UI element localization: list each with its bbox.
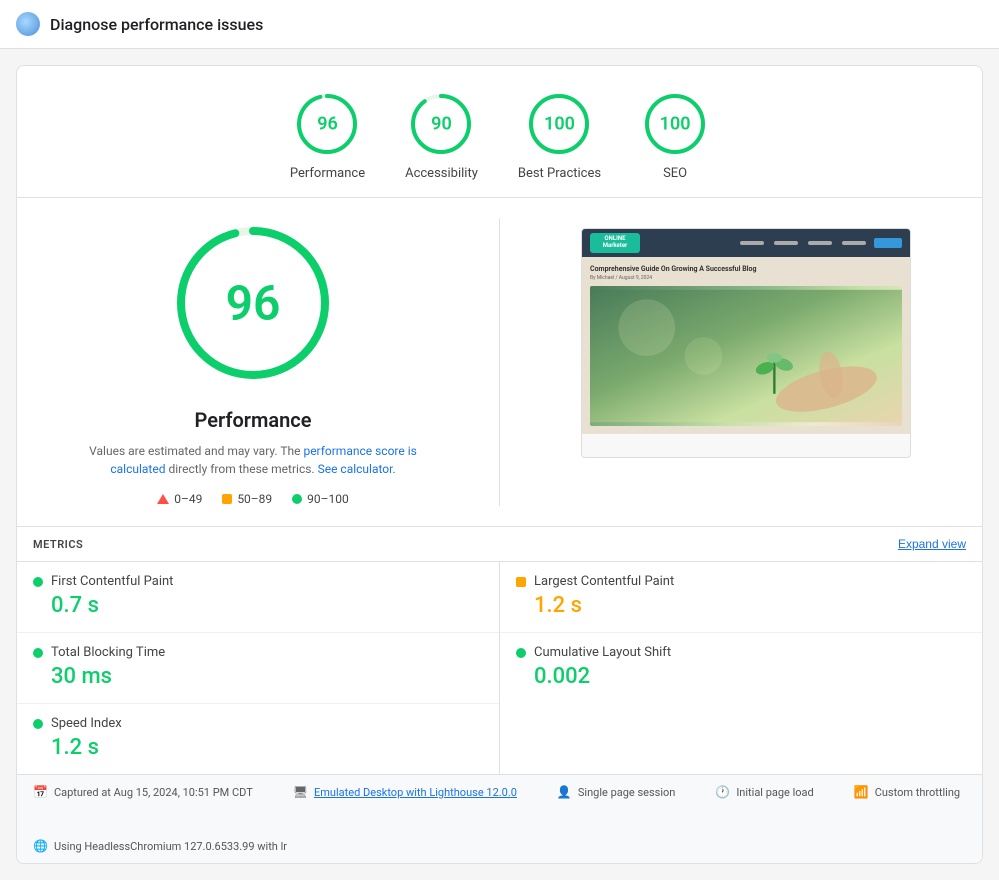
mock-hero-sub: By Michael / August 9, 2024 xyxy=(590,275,902,281)
legend-medium: 50–89 xyxy=(222,492,272,506)
wifi-icon: 📶 xyxy=(854,785,869,799)
si-value: 1.2 s xyxy=(51,735,483,760)
lcp-dot xyxy=(516,577,526,587)
metric-cls: Cumulative Layout Shift 0.002 xyxy=(500,633,982,703)
mock-nav-link xyxy=(774,241,798,245)
user-icon: 👤 xyxy=(557,785,572,799)
legend-medium-label: 50–89 xyxy=(237,492,272,506)
right-panel: ONLINEMarketer Comprehensive Guide On Gr… xyxy=(540,218,952,458)
mock-logo: ONLINEMarketer xyxy=(590,233,640,253)
legend-bad: 0–49 xyxy=(157,492,202,506)
metric-fcp: First Contentful Paint 0.7 s xyxy=(17,562,499,633)
legend-good: 90–100 xyxy=(292,492,349,506)
main-card: 96 Performance 90 Accessibility 100 Best xyxy=(16,65,983,864)
dot-icon xyxy=(292,494,302,504)
score-label-seo: SEO xyxy=(663,166,687,181)
lcp-value: 1.2 s xyxy=(534,593,966,618)
square-icon xyxy=(222,494,232,504)
title-bar: Diagnose performance issues xyxy=(0,0,999,49)
tbt-dot xyxy=(33,648,43,658)
triangle-icon xyxy=(157,494,169,504)
left-panel: 96 Performance Values are estimated and … xyxy=(47,218,459,506)
browser-icon: 🌐 xyxy=(33,839,48,853)
clock-icon: 🕐 xyxy=(715,785,730,799)
screenshot-frame: ONLINEMarketer Comprehensive Guide On Gr… xyxy=(581,228,911,458)
device-info: 🖥 Emulated Desktop with Lighthouse 12.0.… xyxy=(293,785,517,799)
legend-bad-label: 0–49 xyxy=(174,492,202,506)
metrics-grid: First Contentful Paint 0.7 s Total Block… xyxy=(17,561,982,774)
cls-name: Cumulative Layout Shift xyxy=(534,645,671,660)
content-area: 96 Performance Values are estimated and … xyxy=(17,198,982,526)
performance-description: Values are estimated and may vary. The p… xyxy=(73,442,433,478)
score-label-performance: Performance xyxy=(290,166,365,181)
screenshot-mock: ONLINEMarketer Comprehensive Guide On Gr… xyxy=(582,229,910,457)
cls-dot xyxy=(516,648,526,658)
score-best-practices: 100 Best Practices xyxy=(518,90,601,181)
mock-nav-link xyxy=(808,241,832,245)
metrics-header: METRICS Expand view xyxy=(17,527,982,561)
mock-hero-img xyxy=(590,286,902,426)
metric-si: Speed Index 1.2 s xyxy=(17,704,499,774)
performance-circle: 96 xyxy=(168,218,338,388)
panel-divider xyxy=(499,218,500,506)
page-load-info: 🕐 Initial page load xyxy=(715,785,813,799)
throttling-info: 📶 Custom throttling xyxy=(854,785,960,799)
mock-nav-link xyxy=(740,241,764,245)
metrics-right-col: Largest Contentful Paint 1.2 s Cumulativ… xyxy=(500,562,982,774)
calendar-icon: 📅 xyxy=(33,785,48,799)
fcp-dot xyxy=(33,577,43,587)
score-circle-performance: 96 xyxy=(293,90,361,158)
score-value-seo: 100 xyxy=(660,114,691,135)
score-accessibility: 90 Accessibility xyxy=(405,90,478,181)
score-label-accessibility: Accessibility xyxy=(405,166,478,181)
performance-score: 96 xyxy=(226,275,281,332)
score-value-accessibility: 90 xyxy=(431,114,452,135)
expand-view-button[interactable]: Expand view xyxy=(898,537,966,551)
si-dot xyxy=(33,719,43,729)
score-performance: 96 Performance xyxy=(290,90,365,181)
see-calculator-link[interactable]: See calculator. xyxy=(318,462,396,476)
legend-row: 0–49 50–89 90–100 xyxy=(157,492,349,506)
page-title: Diagnose performance issues xyxy=(50,15,263,34)
mock-hero-title: Comprehensive Guide On Growing A Success… xyxy=(590,265,902,273)
score-circle-seo: 100 xyxy=(641,90,709,158)
monitor-icon: 🖥 xyxy=(293,785,308,799)
mock-nav-links xyxy=(740,241,866,245)
score-label-best-practices: Best Practices xyxy=(518,166,601,181)
session-info: 👤 Single page session xyxy=(557,785,675,799)
mock-hero: Comprehensive Guide On Growing A Success… xyxy=(582,257,910,434)
fcp-value: 0.7 s xyxy=(51,593,483,618)
scores-row: 96 Performance 90 Accessibility 100 Best xyxy=(17,66,982,198)
score-circle-best-practices: 100 xyxy=(525,90,593,158)
mock-join-btn xyxy=(874,238,902,248)
legend-good-label: 90–100 xyxy=(307,492,349,506)
metrics-section: METRICS Expand view First Contentful Pai… xyxy=(17,526,982,774)
tbt-name: Total Blocking Time xyxy=(51,645,165,660)
lcp-name: Largest Contentful Paint xyxy=(534,574,674,589)
captured-at: 📅 Captured at Aug 15, 2024, 10:51 PM CDT xyxy=(33,785,253,799)
si-name: Speed Index xyxy=(51,716,122,731)
tbt-value: 30 ms xyxy=(51,664,483,689)
score-circle-accessibility: 90 xyxy=(407,90,475,158)
metric-tbt: Total Blocking Time 30 ms xyxy=(17,633,499,704)
score-value-best-practices: 100 xyxy=(544,114,575,135)
mock-nav: ONLINEMarketer xyxy=(582,229,910,257)
device-link[interactable]: Emulated Desktop with Lighthouse 12.0.0 xyxy=(314,786,517,799)
metric-lcp: Largest Contentful Paint 1.2 s xyxy=(500,562,982,633)
metrics-left-col: First Contentful Paint 0.7 s Total Block… xyxy=(17,562,499,774)
footer-bar: 📅 Captured at Aug 15, 2024, 10:51 PM CDT… xyxy=(17,774,982,863)
app-icon xyxy=(16,12,40,36)
cls-value: 0.002 xyxy=(534,664,966,689)
performance-title: Performance xyxy=(195,408,312,432)
browser-info: 🌐 Using HeadlessChromium 127.0.6533.99 w… xyxy=(33,839,287,853)
mock-nav-link xyxy=(842,241,866,245)
score-value-performance: 96 xyxy=(317,114,338,135)
metrics-title: METRICS xyxy=(33,538,83,551)
fcp-name: First Contentful Paint xyxy=(51,574,173,589)
score-seo: 100 SEO xyxy=(641,90,709,181)
